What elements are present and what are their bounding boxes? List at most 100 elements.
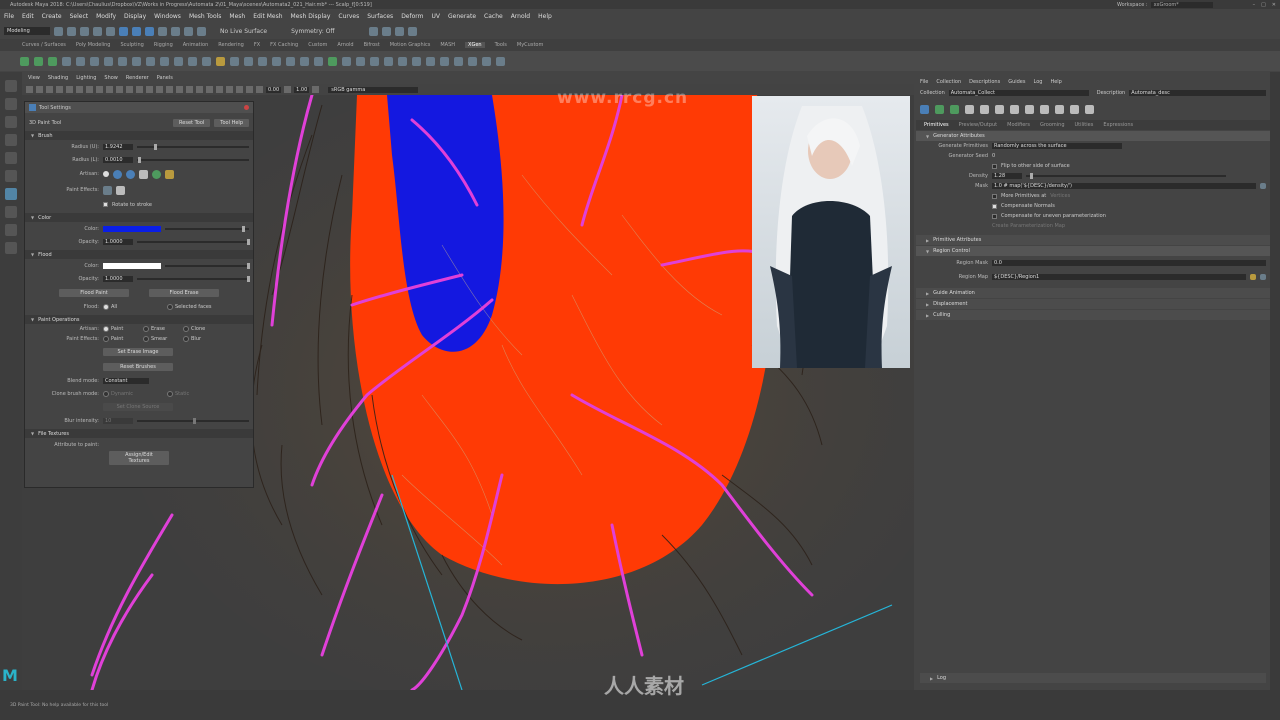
clear-icon[interactable]: [1085, 104, 1094, 114]
camera-attr-icon[interactable]: [36, 86, 43, 93]
static-radio[interactable]: Static: [167, 391, 189, 397]
save-scene-icon[interactable]: [80, 26, 89, 36]
symmetry-label[interactable]: Symmetry: Off: [291, 28, 334, 35]
radius-u-field[interactable]: 1.9242: [103, 143, 133, 150]
wireframe-icon[interactable]: [116, 86, 123, 93]
workspace-selector[interactable]: Workspace : xxGroom*: [1117, 1, 1253, 8]
maximize-icon[interactable]: □: [1261, 2, 1266, 8]
guide-part-icon[interactable]: [160, 56, 169, 66]
flood-erase-button[interactable]: Flood Erase: [149, 288, 219, 297]
xgen-tab-modifiers[interactable]: Modifiers: [1007, 122, 1030, 128]
ao-icon[interactable]: [176, 86, 183, 93]
xgen-menu-file[interactable]: File: [920, 79, 928, 85]
region-control-section[interactable]: Region Control: [916, 246, 1270, 256]
groom-sculpt-icon[interactable]: [258, 56, 267, 66]
menu-uv[interactable]: UV: [432, 13, 441, 20]
shelf-tab-rigging[interactable]: Rigging: [154, 42, 173, 48]
more-primitives-value[interactable]: Vertices: [1050, 193, 1070, 199]
flood-section[interactable]: Flood: [25, 250, 253, 259]
undo-icon[interactable]: [93, 26, 102, 36]
menu-mesh[interactable]: Mesh: [229, 13, 245, 20]
radius-u-slider[interactable]: [137, 143, 249, 150]
description-dropdown[interactable]: Automata_desc: [1129, 89, 1266, 96]
reset-tool-button[interactable]: Reset Tool: [173, 118, 211, 127]
shelf-tab-motion-graphics[interactable]: Motion Graphics: [390, 42, 431, 48]
region-map-field[interactable]: ${DESC}/Region1: [992, 274, 1246, 280]
region-map-paint-icon[interactable]: [1260, 274, 1266, 280]
lights-icon[interactable]: [156, 86, 163, 93]
isolate-icon[interactable]: [216, 86, 223, 93]
color-slider[interactable]: [165, 225, 249, 232]
dynamic-radio[interactable]: Dynamic: [103, 391, 163, 397]
shelf-tab-fx[interactable]: FX: [254, 42, 260, 48]
viewport-menu-show[interactable]: Show: [104, 75, 118, 81]
hypershade-icon[interactable]: [407, 26, 417, 36]
magnet-icon[interactable]: [197, 26, 206, 36]
paint-operations-section[interactable]: Paint Operations: [25, 315, 253, 324]
viewport-menu-shading[interactable]: Shading: [48, 75, 68, 81]
xgen-menu-guides[interactable]: Guides: [1008, 79, 1025, 85]
snap-curve-icon[interactable]: [171, 26, 180, 36]
create-guides-icon[interactable]: [48, 56, 57, 66]
groom-twist-icon[interactable]: [314, 56, 323, 66]
menu-deform[interactable]: Deform: [401, 13, 423, 20]
color-management-icon[interactable]: [312, 86, 320, 93]
menu-modify[interactable]: Modify: [96, 13, 116, 20]
brush-solid-icon[interactable]: [126, 169, 135, 179]
create-description-icon[interactable]: [34, 56, 43, 66]
paint-tool-icon[interactable]: [5, 188, 17, 200]
mask-map-icon[interactable]: [384, 56, 393, 66]
import-icon[interactable]: [440, 56, 449, 66]
shelf-tab-animation[interactable]: Animation: [183, 42, 209, 48]
guide-noise-icon[interactable]: [132, 56, 141, 66]
erase-radio[interactable]: Erase: [143, 326, 179, 332]
region-mask-field[interactable]: 0.0: [992, 260, 1266, 266]
groom-comb-icon[interactable]: [230, 56, 239, 66]
snap-point-icon[interactable]: [184, 26, 193, 36]
cache-icon[interactable]: [468, 56, 477, 66]
rotate-tool-icon[interactable]: [5, 152, 17, 164]
scale-tool-icon[interactable]: [5, 170, 17, 182]
flip-checkbox[interactable]: [992, 163, 997, 169]
menu-cache[interactable]: Cache: [484, 13, 503, 20]
opacity-field[interactable]: 1.0000: [103, 238, 133, 245]
new-scene-icon[interactable]: [54, 26, 63, 36]
smooth-shade-icon[interactable]: [126, 86, 133, 93]
compensate-normals-checkbox[interactable]: [992, 203, 997, 209]
menu-generate[interactable]: Generate: [448, 13, 476, 20]
select-tool-icon[interactable]: [5, 80, 17, 92]
xgen-tab-preview-output[interactable]: Preview/Output: [959, 122, 998, 128]
menu-edit-mesh[interactable]: Edit Mesh: [253, 13, 282, 20]
image-plane-icon[interactable]: [56, 86, 63, 93]
assign-textures-button[interactable]: Assign/Edit Textures: [109, 450, 169, 465]
wind-icon[interactable]: [1040, 104, 1049, 114]
more-primitives-checkbox[interactable]: [992, 193, 997, 199]
menu-surfaces[interactable]: Surfaces: [367, 13, 393, 20]
color-swatch[interactable]: [103, 225, 161, 232]
menu-edit[interactable]: Edit: [22, 13, 34, 20]
wireframe-on-shaded-icon[interactable]: [136, 86, 143, 93]
single-view-icon[interactable]: [5, 206, 17, 218]
density-slider[interactable]: [1026, 173, 1226, 179]
region-map-icon[interactable]: [370, 56, 379, 66]
groom-tool-icon[interactable]: [216, 56, 225, 66]
resolution-gate-icon[interactable]: [86, 86, 93, 93]
preview-fur-icon[interactable]: [1055, 104, 1064, 114]
flood-opacity-slider[interactable]: [137, 275, 250, 282]
guide-width-icon[interactable]: [202, 56, 211, 66]
generator-icon[interactable]: [935, 104, 944, 114]
menu-display[interactable]: Display: [124, 13, 146, 20]
groom-noise-icon[interactable]: [300, 56, 309, 66]
select-hierarchy-icon[interactable]: [119, 26, 128, 36]
displacement-section[interactable]: Displacement: [916, 299, 1270, 309]
xgen-tab-expressions[interactable]: Expressions: [1103, 122, 1133, 128]
mode-dropdown[interactable]: Modeling: [4, 27, 50, 35]
grid-icon[interactable]: [66, 86, 73, 93]
comb-tool-icon[interactable]: [76, 56, 85, 66]
menu-arnold[interactable]: Arnold: [511, 13, 530, 20]
blend-mode-dropdown[interactable]: Constant: [103, 377, 149, 384]
primitive-attributes-section[interactable]: Primitive Attributes: [916, 235, 1270, 245]
ipr-render-icon[interactable]: [381, 26, 391, 36]
brush-soft-icon[interactable]: [103, 171, 109, 177]
pe-paint-radio[interactable]: Paint: [103, 336, 139, 342]
